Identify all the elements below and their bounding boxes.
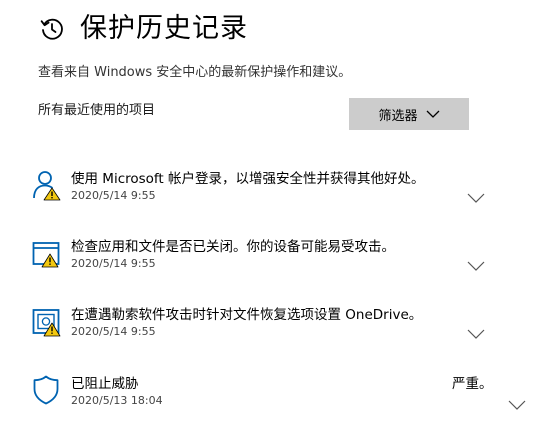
history-item-date: 2020/5/14 9:55: [71, 189, 156, 202]
section-label: 所有最近使用的项目: [38, 103, 156, 118]
history-item-threat-blocked[interactable]: 已阻止威胁 2020/5/13 18:04 严重。: [0, 372, 552, 428]
filter-button[interactable]: 筛选器: [349, 98, 469, 130]
history-item-date: 2020/5/14 9:55: [71, 325, 156, 338]
history-item-account[interactable]: 使用 Microsoft 帐户登录，以增强安全性并获得其他好处。 2020/5/…: [0, 167, 552, 223]
expand-chevron-icon[interactable]: [467, 325, 485, 339]
severity-label: 严重。: [452, 376, 493, 392]
history-item-title: 检查应用和文件是否已关闭。你的设备可能易受攻击。: [71, 239, 395, 255]
history-item-title: 使用 Microsoft 帐户登录，以增强安全性并获得其他好处。: [71, 171, 425, 187]
expand-chevron-icon[interactable]: [508, 396, 526, 410]
page-title: 保护历史记录: [80, 13, 248, 44]
history-item-ransomware[interactable]: 在遭遇勒索软件攻击时针对文件恢复选项设置 OneDrive。 2020/5/14…: [0, 303, 552, 359]
history-item-title: 在遭遇勒索软件攻击时针对文件恢复选项设置 OneDrive。: [71, 307, 423, 323]
history-item-date: 2020/5/13 18:04: [71, 394, 163, 407]
history-icon: [38, 15, 66, 43]
chevron-down-icon: [426, 110, 440, 118]
app-browser-warning-icon: [32, 237, 62, 269]
page-description: 查看来自 Windows 安全中心的最新保护操作和建议。: [38, 65, 352, 80]
history-item-app-browser[interactable]: 检查应用和文件是否已关闭。你的设备可能易受攻击。 2020/5/14 9:55: [0, 235, 552, 291]
account-warning-icon: [32, 169, 62, 201]
filter-button-label: 筛选器: [378, 108, 418, 124]
history-item-date: 2020/5/14 9:55: [71, 257, 156, 270]
page-header: 保护历史记录: [38, 12, 248, 46]
ransomware-warning-icon: [32, 305, 62, 337]
expand-chevron-icon[interactable]: [467, 189, 485, 203]
shield-icon: [32, 374, 62, 406]
history-item-title: 已阻止威胁: [71, 376, 139, 392]
expand-chevron-icon[interactable]: [467, 257, 485, 271]
